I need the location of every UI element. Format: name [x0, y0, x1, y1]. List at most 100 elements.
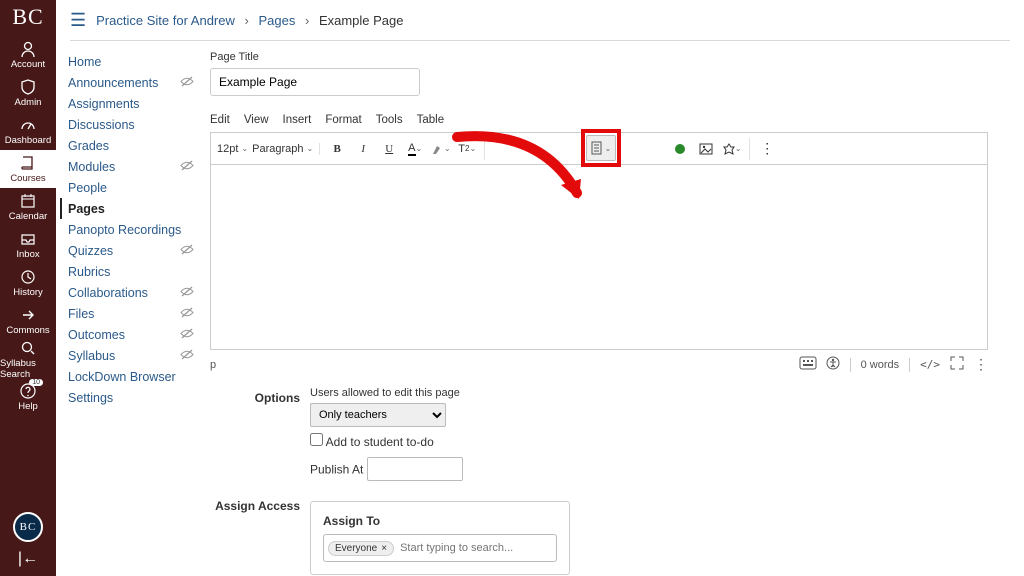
cnav-label: People [68, 181, 107, 195]
user-icon [19, 40, 37, 58]
hamburger-icon[interactable]: ☰ [70, 10, 86, 31]
publish-at-input[interactable] [367, 457, 463, 481]
cnav-announcements[interactable]: Announcements [68, 72, 194, 93]
editors-label: Users allowed to edit this page [310, 387, 988, 399]
chevron-down-icon: ⌄ [605, 144, 612, 153]
assign-to-input[interactable]: Everyone × [323, 534, 557, 562]
title-label: Page Title [210, 51, 988, 63]
menu-tools[interactable]: Tools [376, 114, 403, 126]
close-icon[interactable]: × [381, 543, 387, 554]
more-button[interactable]: ⋮ [756, 138, 778, 160]
cnav-grades[interactable]: Grades [68, 135, 194, 156]
cnav-modules[interactable]: Modules [68, 156, 194, 177]
book-icon [19, 154, 37, 172]
hidden-icon [180, 75, 194, 90]
cnav-label: Announcements [68, 76, 158, 90]
assign-section-label: Assign Access [210, 495, 310, 575]
page-editor: Page Title Edit View Insert Format Tools Tabl… [204, 41, 1024, 576]
shield-icon [19, 78, 37, 96]
block-format-select[interactable]: Paragraph ⌄ [252, 143, 313, 155]
main-column: ☰ Practice Site for Andrew › Pages › Exa… [56, 0, 1024, 576]
insert-document-button[interactable]: ⌄ [586, 135, 616, 161]
assign-row: Assign Access Assign To Everyone × [210, 495, 988, 575]
rce-toolbar: 12pt ⌄ Paragraph ⌄ B I U A⌄ [210, 132, 988, 164]
clock-icon [19, 268, 37, 286]
cnav-label: Rubrics [68, 265, 110, 279]
bold-button[interactable]: B [326, 138, 348, 160]
text-color-button[interactable]: A⌄ [404, 138, 426, 160]
nav-calendar[interactable]: Calendar [0, 188, 56, 226]
cnav-label: Outcomes [68, 328, 125, 342]
font-size-select[interactable]: 12pt ⌄ [217, 143, 248, 155]
hidden-icon [180, 348, 194, 363]
cnav-rubrics[interactable]: Rubrics [68, 261, 194, 282]
publish-at-label: Publish At [310, 463, 363, 477]
fullscreen-icon[interactable] [950, 356, 964, 373]
nav-commons[interactable]: Commons [0, 302, 56, 340]
menu-table[interactable]: Table [417, 114, 445, 126]
element-path[interactable]: p [210, 359, 216, 371]
menu-insert[interactable]: Insert [283, 114, 312, 126]
cnav-syllabus[interactable]: Syllabus [68, 345, 194, 366]
cnav-label: Pages [68, 202, 105, 216]
highlight-button[interactable]: ⌄ [430, 138, 452, 160]
cnav-home[interactable]: Home [68, 51, 194, 72]
cnav-collaborations[interactable]: Collaborations [68, 282, 194, 303]
crumb-site[interactable]: Practice Site for Andrew [96, 13, 235, 28]
crumb-pages[interactable]: Pages [258, 13, 295, 28]
cnav-assignments[interactable]: Assignments [68, 93, 194, 114]
editors-select[interactable]: Only teachers [310, 403, 446, 427]
resize-handle-icon[interactable]: ⋮ [974, 356, 988, 373]
editor-canvas[interactable] [210, 164, 988, 350]
nav-dash[interactable]: Dashboard [0, 112, 56, 150]
underline-button[interactable]: U [378, 138, 400, 160]
cnav-outcomes[interactable]: Outcomes [68, 324, 194, 345]
cnav-label: Files [68, 307, 94, 321]
top-bar: ☰ Practice Site for Andrew › Pages › Exa… [56, 0, 1024, 40]
nav-admin[interactable]: Admin [0, 74, 56, 112]
gauge-icon [19, 116, 37, 134]
menu-view[interactable]: View [244, 114, 269, 126]
menu-format[interactable]: Format [325, 114, 361, 126]
nav-syllabus[interactable]: Syllabus Search [0, 340, 56, 378]
nav-label: Inbox [16, 249, 39, 260]
cnav-panopto-recordings[interactable]: Panopto Recordings [68, 219, 194, 240]
nav-label: Help [18, 401, 38, 412]
rce-menubar: Edit View Insert Format Tools Table [210, 114, 988, 126]
page-title-input[interactable] [210, 68, 420, 96]
cnav-files[interactable]: Files [68, 303, 194, 324]
italic-button[interactable]: I [352, 138, 374, 160]
insert-image-button[interactable] [695, 138, 717, 160]
a11y-checker-icon[interactable] [826, 356, 840, 373]
brand-logo[interactable]: BC [12, 4, 43, 30]
keyboard-shortcuts-icon[interactable] [800, 357, 816, 372]
word-count[interactable]: 0 words [861, 359, 900, 371]
global-nav: BC AccountAdminDashboardCoursesCalendar I… [0, 0, 56, 576]
cnav-label: Quizzes [68, 244, 113, 258]
cnav-settings[interactable]: Settings [68, 387, 194, 408]
nav-inbox[interactable]: Inbox [0, 226, 56, 264]
cnav-people[interactable]: People [68, 177, 194, 198]
breadcrumb: Practice Site for Andrew › Pages › Examp… [96, 13, 403, 28]
collapse-rail-icon[interactable]: |← [18, 550, 38, 568]
chip-label: Everyone [335, 543, 377, 554]
superscript-button[interactable]: T2⌄ [456, 138, 478, 160]
assignee-search[interactable] [400, 542, 552, 554]
nav-account[interactable]: Account [0, 36, 56, 74]
cnav-lockdown-browser[interactable]: LockDown Browser [68, 366, 194, 387]
cnav-discussions[interactable]: Discussions [68, 114, 194, 135]
html-view-icon[interactable]: </> [920, 358, 940, 371]
record-media-button[interactable] [669, 138, 691, 160]
inbox-icon [19, 230, 37, 248]
assignee-chip[interactable]: Everyone × [328, 541, 394, 556]
cnav-pages[interactable]: Pages [60, 198, 194, 219]
nav-history[interactable]: History [0, 264, 56, 302]
todo-checkbox[interactable] [310, 433, 323, 446]
document-icon [591, 141, 603, 155]
nav-help[interactable]: 10Help [0, 378, 56, 416]
avatar-button[interactable]: BC [13, 512, 43, 542]
nav-courses[interactable]: Courses [0, 150, 56, 188]
menu-edit[interactable]: Edit [210, 114, 230, 126]
apps-button[interactable]: ⌄ [721, 138, 743, 160]
cnav-quizzes[interactable]: Quizzes [68, 240, 194, 261]
